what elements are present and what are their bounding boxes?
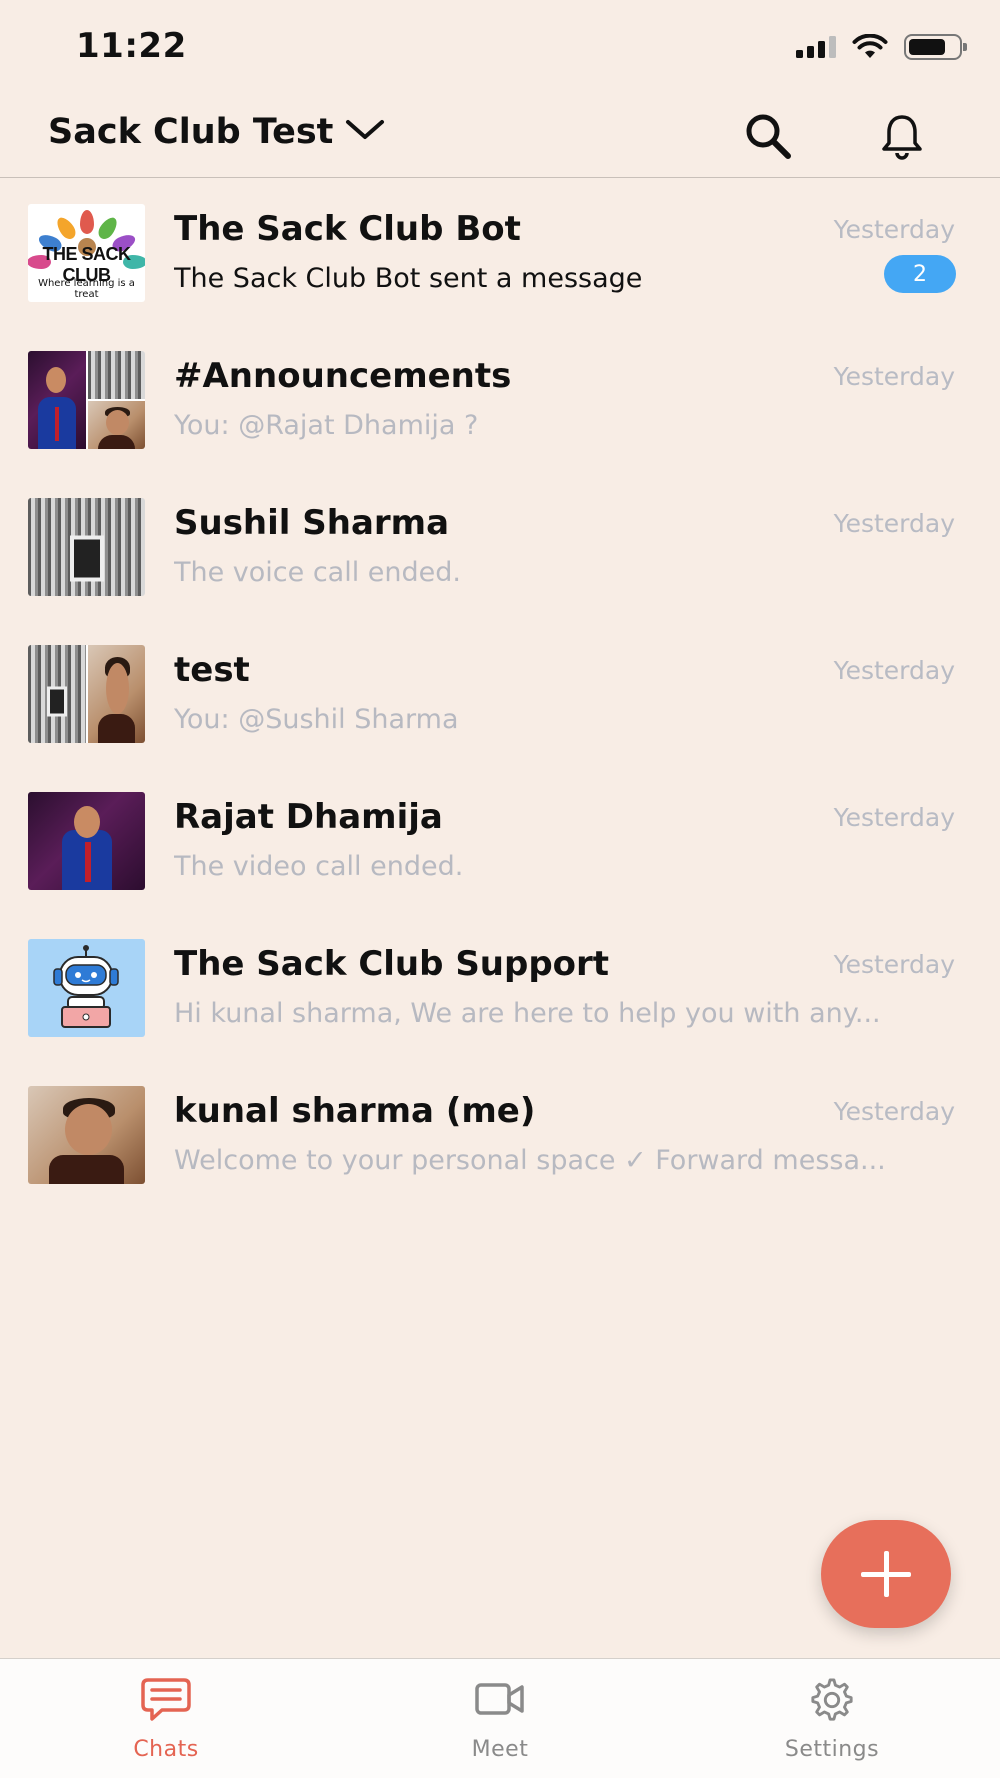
chat-preview: The Sack Club Bot sent a message [174,263,643,294]
tab-meet[interactable]: Meet [400,1677,600,1762]
tab-chats[interactable]: Chats [66,1677,266,1762]
tab-label: Settings [784,1737,880,1762]
avatar [28,645,145,743]
chat-row-kunal-sharma[interactable]: kunal sharma (me) Yesterday Welcome to y… [0,1061,1000,1208]
tab-label: Chats [133,1737,199,1762]
chevron-down-icon [345,118,385,146]
tab-label: Meet [471,1737,529,1762]
chat-name: #Announcements [174,356,512,396]
chat-preview: You: @Sushil Sharma [174,704,459,735]
notifications-button[interactable] [874,110,930,166]
chat-row-sushil-sharma[interactable]: Sushil Sharma Yesterday The voice call e… [0,473,1000,620]
chat-time: Yesterday [833,803,955,832]
chat-row-rajat-dhamija[interactable]: Rajat Dhamija Yesterday The video call e… [0,767,1000,914]
avatar [28,498,145,596]
tab-settings[interactable]: Settings [732,1677,932,1762]
chat-name: Rajat Dhamija [174,797,443,837]
chat-preview: Hi kunal sharma, We are here to help you… [174,998,881,1029]
chat-preview: You: @Rajat Dhamija ? [174,410,479,441]
cellular-signal-icon [796,36,836,58]
avatar [28,351,145,449]
chat-name: Sushil Sharma [174,503,450,543]
plus-icon [861,1551,911,1597]
status-bar: 11:22 [0,0,1000,92]
status-icons [796,34,967,60]
chat-time: Yesterday [833,656,955,685]
search-icon [742,110,794,166]
chat-name: The Sack Club Support [174,944,610,984]
chat-row-sack-club-support[interactable]: The Sack Club Support Yesterday Hi kunal… [0,914,1000,1061]
chat-icon [140,1677,192,1727]
chat-list: THE SACK CLUB Where learning is a treat … [0,179,1000,1208]
header-actions [740,110,930,166]
workspace-title: Sack Club Test [48,112,334,152]
unread-badge: 2 [884,255,956,293]
workspace-selector[interactable]: Sack Club Test [48,112,385,152]
video-icon [474,1677,526,1727]
new-chat-button[interactable] [821,1520,951,1628]
wifi-icon [852,34,888,60]
avatar [28,939,145,1037]
search-button[interactable] [740,110,796,166]
chat-preview: Welcome to your personal space ✓ Forward… [174,1145,886,1176]
chat-row-announcements[interactable]: #Announcements Yesterday You: @Rajat Dha… [0,326,1000,473]
avatar: THE SACK CLUB Where learning is a treat [28,204,145,302]
bell-icon [879,112,925,164]
chat-time: Yesterday [833,362,955,391]
avatar-logo-subtext: Where learning is a treat [38,278,135,300]
chat-time: Yesterday [833,509,955,538]
avatar [28,1086,145,1184]
gear-icon [808,1677,856,1727]
tab-bar: Chats Meet Settings [0,1658,1000,1778]
chat-name: The Sack Club Bot [174,209,521,249]
chat-preview: The video call ended. [174,851,464,882]
chat-row-test[interactable]: test Yesterday You: @Sushil Sharma [0,620,1000,767]
chat-preview: The voice call ended. [174,557,462,588]
chat-row-sack-club-bot[interactable]: THE SACK CLUB Where learning is a treat … [0,179,1000,326]
avatar [28,792,145,890]
chat-time: Yesterday [833,215,955,244]
chat-time: Yesterday [833,950,955,979]
header: Sack Club Test [0,92,1000,178]
chat-name: test [174,650,250,690]
chat-time: Yesterday [833,1097,955,1126]
battery-icon [904,34,967,60]
chat-name: kunal sharma (me) [174,1091,536,1131]
status-time: 11:22 [76,26,187,66]
